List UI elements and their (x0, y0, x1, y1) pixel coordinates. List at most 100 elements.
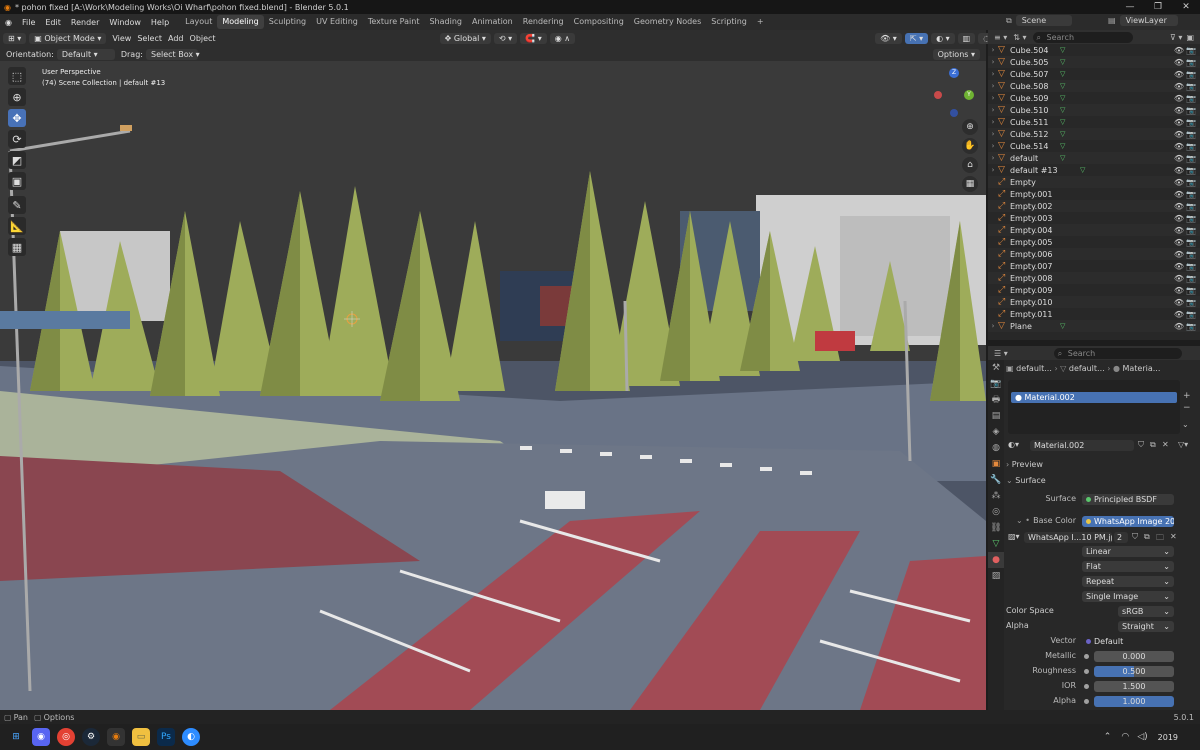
alpha-socket-icon[interactable] (1084, 699, 1089, 704)
ior-socket-icon[interactable] (1084, 684, 1089, 689)
image-users-count[interactable]: 2 (1114, 532, 1128, 543)
visibility-eye-icon[interactable]: 👁 (1174, 238, 1184, 247)
visibility-eye-icon[interactable]: 👁 (1174, 274, 1184, 283)
interpolation-dropdown[interactable]: Linear ⌄ (1082, 546, 1174, 557)
render-camera-icon[interactable]: 📷 (1186, 82, 1196, 91)
vector-field[interactable]: Default (1082, 636, 1174, 647)
visibility-eye-icon[interactable]: 👁 (1174, 106, 1184, 115)
proportional-edit-button[interactable]: ◉ ∧ (549, 33, 576, 44)
render-camera-icon[interactable]: 📷 (1186, 130, 1196, 139)
select-box-tool[interactable]: ⬚ (8, 67, 26, 85)
outliner-row[interactable]: › ▽ Cube.508 ▽ 👁 📷 (988, 80, 1200, 92)
mesh-data-icon[interactable]: ▽ (1060, 118, 1065, 126)
expand-arrow-icon[interactable]: › (988, 118, 998, 126)
outliner-row[interactable]: › ▽ Cube.512 ▽ 👁 📷 (988, 128, 1200, 140)
visibility-eye-icon[interactable]: 👁 (1174, 286, 1184, 295)
image-name-field[interactable]: WhatsApp I...10 PM.jpeg (1024, 532, 1112, 543)
visibility-eye-icon[interactable]: 👁 (1174, 250, 1184, 259)
image-fake-user-icon[interactable]: ⛉ (1132, 532, 1138, 542)
mesh-data-icon[interactable]: ▽ (1060, 142, 1065, 150)
mesh-data-icon[interactable]: ▽ (1060, 70, 1065, 78)
outliner-row[interactable]: ⤢ Empty 👁 📷 (988, 176, 1200, 188)
volume-icon[interactable]: ◁) (1137, 732, 1147, 742)
render-camera-icon[interactable]: 📷 (1186, 238, 1196, 247)
visibility-eye-icon[interactable]: 👁 (1174, 214, 1184, 223)
scene-tab-icon[interactable]: ◈ (988, 424, 1004, 440)
maximize-button[interactable]: ❐ (1144, 0, 1172, 14)
slot-menu-button[interactable]: ⌄ (1182, 420, 1189, 429)
ior-field[interactable]: 1.500 (1094, 681, 1174, 692)
link-mode-icon[interactable]: ▽▾ (1178, 440, 1188, 449)
visibility-eye-icon[interactable]: 👁 (1174, 94, 1184, 103)
fake-user-icon[interactable]: ⛉ (1138, 440, 1144, 450)
rotate-tool[interactable]: ⟳ (8, 130, 26, 148)
roughness-field[interactable]: 0.500 (1094, 666, 1174, 677)
particles-tab-icon[interactable]: ⁂ (988, 488, 1004, 504)
render-camera-icon[interactable]: 📷 (1186, 70, 1196, 79)
render-camera-icon[interactable]: 📷 (1186, 106, 1196, 115)
tab-modeling[interactable]: Modeling (217, 15, 264, 29)
image-unlink-icon[interactable]: ✕ (1170, 532, 1177, 541)
render-camera-icon[interactable]: 📷 (1186, 214, 1196, 223)
material-slot-item[interactable]: ● Material.002 (1011, 392, 1177, 403)
blender-taskbar-icon[interactable]: ◉ (107, 728, 125, 746)
projection-dropdown[interactable]: Flat ⌄ (1082, 561, 1174, 572)
visibility-eye-icon[interactable]: 👁 (1174, 298, 1184, 307)
properties-editor-icon[interactable]: ☰ ▾ (988, 349, 1014, 358)
grid-view-icon[interactable]: ▦ (962, 176, 978, 192)
expand-arrow-icon[interactable]: › (988, 154, 998, 162)
outliner-row[interactable]: ⤢ Empty.007 👁 📷 (988, 260, 1200, 272)
snap-button[interactable]: 🧲 ▾ (520, 33, 547, 44)
outliner-row[interactable]: ⤢ Empty.002 👁 📷 (988, 200, 1200, 212)
metallic-socket-icon[interactable] (1084, 654, 1089, 659)
metallic-field[interactable]: 0.000 (1094, 651, 1174, 662)
expand-arrow-icon[interactable]: › (988, 58, 998, 66)
outliner-row[interactable]: ⤢ Empty.006 👁 📷 (988, 248, 1200, 260)
extension-dropdown[interactable]: Repeat ⌄ (1082, 576, 1174, 587)
visibility-eye-icon[interactable]: 👁 (1174, 310, 1184, 319)
mesh-data-icon[interactable]: ▽ (1060, 58, 1065, 66)
outliner-row[interactable]: ⤢ Empty.004 👁 📷 (988, 224, 1200, 236)
add-cube-tool[interactable]: ▦ (8, 238, 26, 256)
render-camera-icon[interactable]: 📷 (1186, 46, 1196, 55)
annotate-tool[interactable]: ✎ (8, 196, 26, 214)
minimize-button[interactable]: — (1116, 0, 1144, 14)
outliner-search-input[interactable]: ⌕ Search (1032, 31, 1133, 43)
render-camera-icon[interactable]: 📷 (1186, 142, 1196, 151)
outliner-row[interactable]: ⤢ Empty.005 👁 📷 (988, 236, 1200, 248)
mesh-data-icon[interactable]: ▽ (1060, 46, 1065, 54)
menu-window[interactable]: Window (104, 18, 146, 27)
tab-scripting[interactable]: Scripting (706, 15, 752, 29)
move-tool[interactable]: ✥ (8, 109, 26, 127)
outliner-row[interactable]: › ▽ Plane ▽ 👁 📷 (988, 320, 1200, 332)
new-collection-icon[interactable]: ▣ (1186, 33, 1194, 42)
outliner-row[interactable]: ⤢ Empty.011 👁 📷 (988, 308, 1200, 320)
view-layer-tab-icon[interactable]: ▤ (988, 408, 1004, 424)
close-button[interactable]: ✕ (1172, 0, 1200, 14)
visibility-eye-icon[interactable]: 👁 (1174, 166, 1184, 175)
blender-menu-icon[interactable]: ◉ (0, 18, 17, 27)
cursor-tool[interactable]: ⊕ (8, 88, 26, 106)
windows-start-icon[interactable]: ⊞ (7, 728, 25, 746)
base-color-field[interactable]: WhatsApp Image 202... (1082, 516, 1174, 527)
expand-arrow-icon[interactable]: › (988, 142, 998, 150)
outliner-row[interactable]: › ▽ default #13 ▽ 👁 📷 (988, 164, 1200, 176)
add-slot-button[interactable]: + (1183, 391, 1191, 401)
transform-tool[interactable]: ▣ (8, 172, 26, 190)
render-camera-icon[interactable]: 📷 (1186, 58, 1196, 67)
tool-tab-icon[interactable]: ⚒ (988, 360, 1004, 376)
surface-shader-field[interactable]: Principled BSDF (1082, 494, 1174, 505)
tab-uv-editing[interactable]: UV Editing (311, 15, 363, 29)
physics-tab-icon[interactable]: ◎ (988, 504, 1004, 520)
mode-dropdown[interactable]: ▣ Object Mode ▾ (29, 33, 107, 44)
options-dropdown[interactable]: Options ▾ (932, 48, 980, 60)
overlay-toggle-button[interactable]: ◐ ▾ (931, 33, 955, 44)
measure-tool[interactable]: 📐 (8, 217, 26, 235)
gizmo-x-axis[interactable] (934, 91, 942, 99)
expand-arrow-icon[interactable]: › (988, 322, 998, 330)
zoom-app-icon[interactable]: ◐ (182, 728, 200, 746)
outliner-row[interactable]: › ▽ Cube.510 ▽ 👁 📷 (988, 104, 1200, 116)
menu-file[interactable]: File (17, 18, 40, 27)
filter-icon[interactable]: ⊽ ▾ (1170, 33, 1182, 42)
mesh-data-icon[interactable]: ▽ (1060, 82, 1065, 90)
